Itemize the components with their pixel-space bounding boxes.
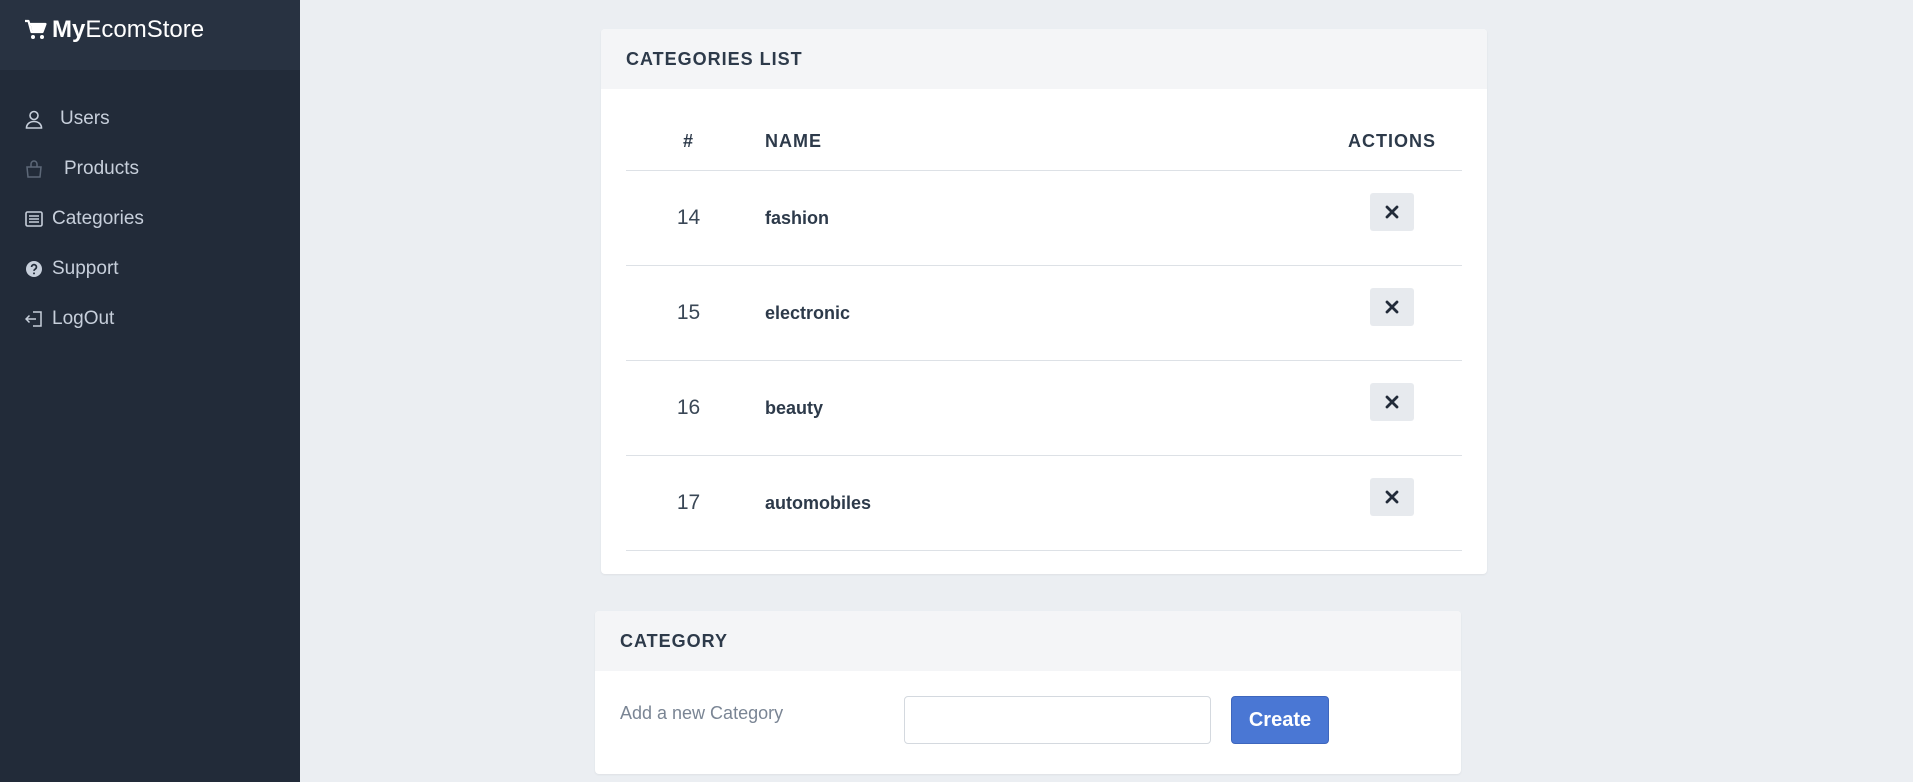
table-row: 15 electronic: [626, 266, 1462, 361]
category-name: fashion: [765, 207, 830, 228]
table-row: 16 beauty: [626, 361, 1462, 456]
column-header-name: NAME: [765, 131, 822, 151]
sidebar-item-logout[interactable]: LogOut: [0, 294, 300, 344]
bag-icon: [24, 159, 44, 179]
table-row: 17 automobiles: [626, 456, 1462, 551]
category-name: electronic: [765, 302, 851, 323]
delete-button[interactable]: [1370, 477, 1414, 516]
close-icon: [1385, 490, 1399, 503]
new-category-input[interactable]: [904, 696, 1211, 744]
cart-icon: [25, 19, 47, 39]
list-icon: [24, 209, 44, 229]
sidebar-nav: Users Products Categories Support LogOut: [0, 94, 300, 344]
close-icon: [1385, 395, 1399, 408]
table-row: 14 fashion: [626, 171, 1462, 266]
delete-button[interactable]: [1370, 287, 1414, 326]
category-form-card: CATEGORY Add a new Category Create: [595, 611, 1461, 774]
sidebar: My EcomStore Users Products Categories Su…: [0, 0, 300, 782]
question-circle-icon: [24, 259, 44, 279]
user-icon: [24, 109, 44, 129]
categories-list-card: CATEGORIES LIST # NAME ACTIONS 14 fashio…: [601, 29, 1487, 574]
sidebar-item-label: LogOut: [52, 308, 115, 329]
category-form: Add a new Category Create: [595, 671, 1461, 744]
category-id: 17: [676, 491, 701, 514]
category-id: 14: [676, 206, 701, 229]
brand-name: EcomStore: [85, 16, 205, 43]
logout-icon: [24, 309, 44, 329]
create-button[interactable]: Create: [1231, 696, 1329, 744]
categories-table: # NAME ACTIONS 14 fashion 15 electronic: [626, 113, 1462, 551]
category-id: 15: [676, 301, 701, 324]
categories-list-title: CATEGORIES LIST: [601, 29, 1487, 89]
sidebar-item-label: Categories: [52, 208, 144, 229]
sidebar-item-support[interactable]: Support: [0, 244, 300, 294]
column-header-num: #: [682, 131, 694, 151]
actions-cell: [1322, 477, 1462, 516]
brand-name-bold: My: [52, 16, 86, 43]
sidebar-item-users[interactable]: Users: [0, 94, 300, 144]
category-id: 16: [676, 396, 701, 419]
category-name: beauty: [765, 397, 824, 418]
delete-button[interactable]: [1370, 192, 1414, 231]
category-name: automobiles: [765, 492, 872, 513]
sidebar-item-categories[interactable]: Categories: [0, 194, 300, 244]
sidebar-item-label: Products: [64, 158, 139, 179]
actions-cell: [1322, 382, 1462, 421]
column-header-actions: ACTIONS: [1348, 131, 1436, 151]
actions-cell: [1322, 287, 1462, 326]
actions-cell: [1322, 192, 1462, 231]
new-category-label: Add a new Category: [620, 702, 784, 723]
close-icon: [1385, 205, 1399, 218]
sidebar-item-products[interactable]: Products: [0, 144, 300, 194]
table-header: # NAME ACTIONS: [626, 113, 1462, 171]
brand-logo[interactable]: My EcomStore: [0, 0, 300, 70]
category-form-title: CATEGORY: [595, 611, 1461, 671]
close-icon: [1385, 300, 1399, 313]
sidebar-item-label: Support: [52, 258, 119, 279]
sidebar-item-label: Users: [60, 108, 110, 129]
delete-button[interactable]: [1370, 382, 1414, 421]
